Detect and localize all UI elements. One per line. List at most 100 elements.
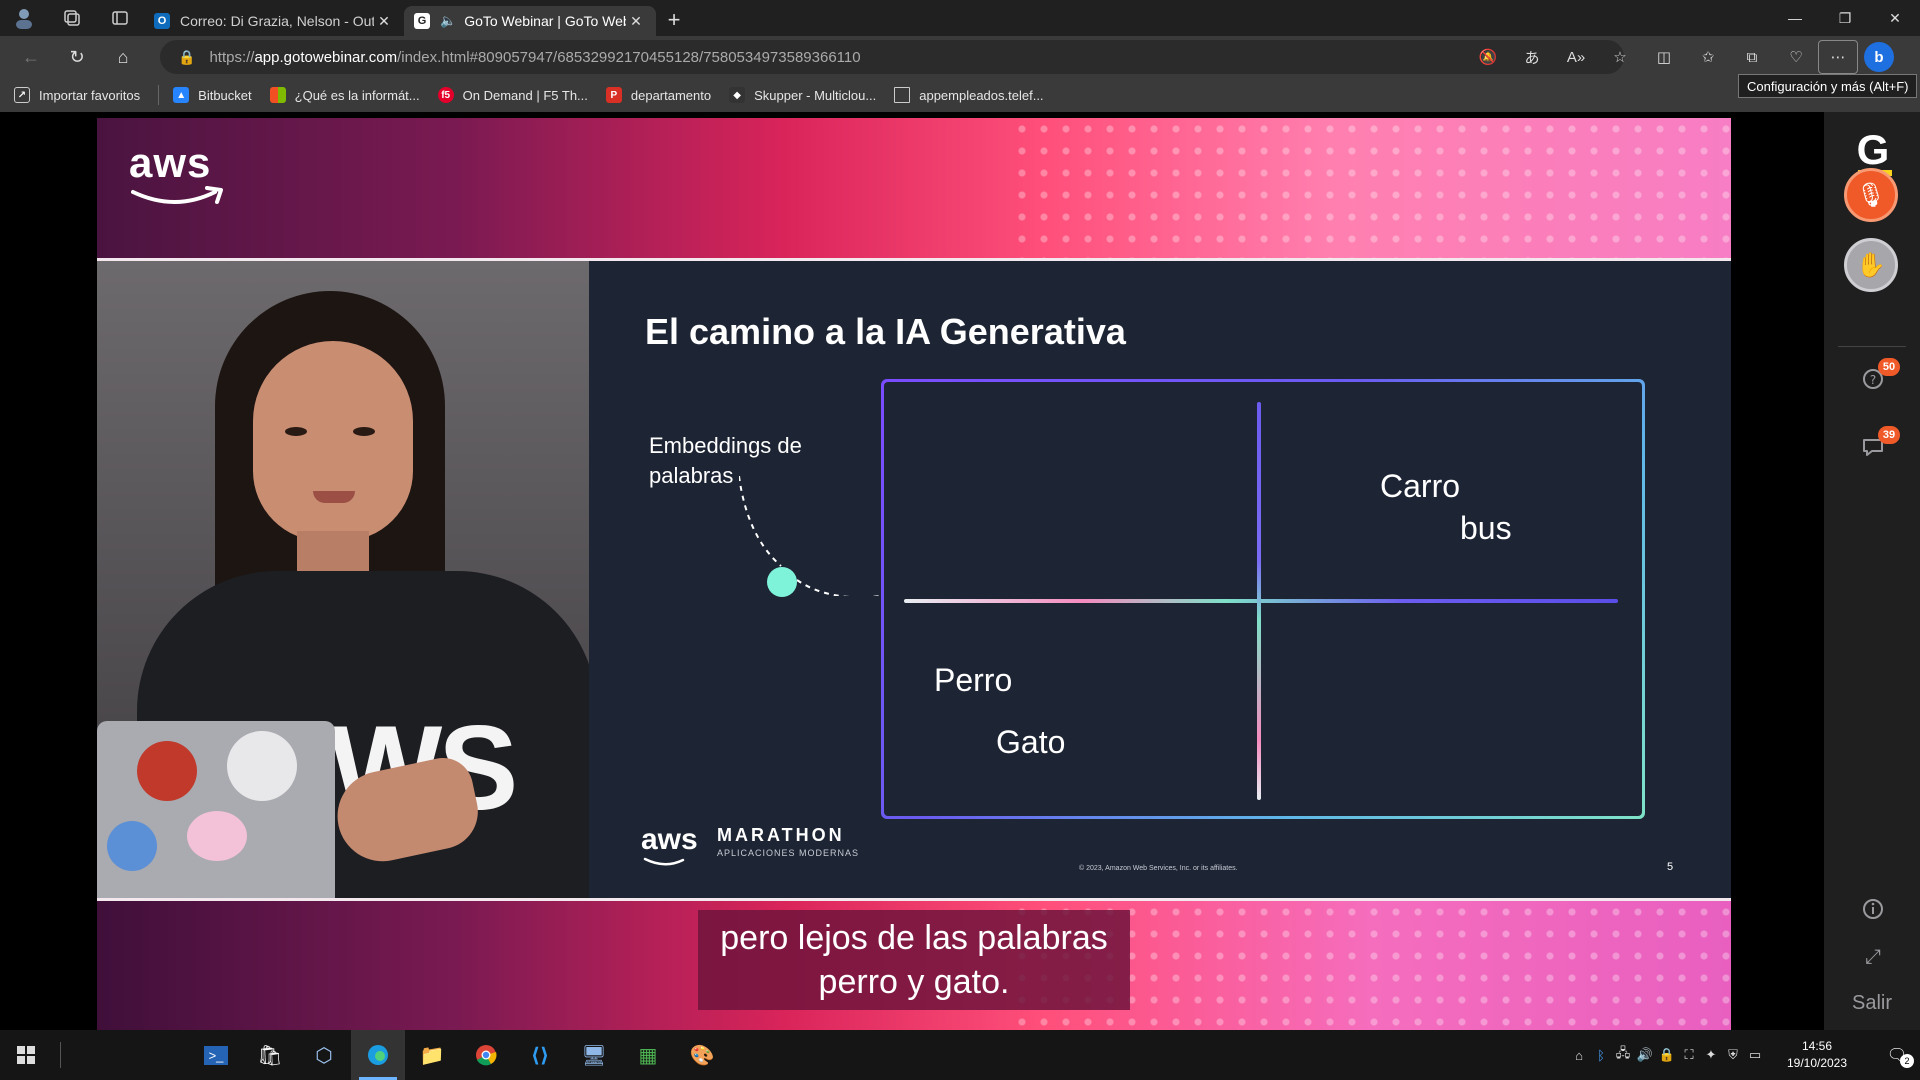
favorite-import[interactable]: ↗ Importar favoritos — [14, 87, 140, 103]
bluetooth-icon[interactable]: ᛒ — [1590, 1048, 1612, 1063]
pdf-icon: P — [605, 87, 622, 103]
eye — [353, 427, 375, 436]
laptop — [97, 721, 335, 898]
tab-actions-icon[interactable] — [96, 0, 144, 36]
import-icon: ↗ — [14, 87, 30, 103]
close-tab-icon[interactable]: ✕ — [626, 13, 646, 30]
raise-hand-icon[interactable]: ✋ — [1844, 238, 1898, 292]
spreadsheet-icon[interactable]: ▦ — [621, 1030, 675, 1080]
speaker-icon[interactable]: 🔈 — [440, 13, 456, 29]
aws-smile-icon — [131, 186, 223, 204]
back-icon[interactable]: ← — [8, 36, 54, 78]
more-options-icon[interactable]: ⋯ — [1818, 40, 1858, 74]
page-content: aws WS — [0, 112, 1920, 1030]
word-gato: Gato — [996, 724, 1066, 760]
app-tray-icon[interactable]: ✦ — [1700, 1047, 1722, 1063]
restore-icon[interactable]: ❐ — [1820, 0, 1870, 36]
dashed-connector — [739, 476, 881, 596]
store-icon[interactable]: 🛍 — [243, 1030, 297, 1080]
rocket-sticker — [227, 731, 297, 801]
vscode-icon[interactable]: ⟨⟩ — [513, 1030, 567, 1080]
embeddings-label-line: Embeddings de — [649, 433, 802, 458]
bitbucket-icon: ▲ — [173, 87, 190, 103]
fullscreen-icon[interactable]: ⤢ — [1860, 944, 1886, 970]
network-icon[interactable]: 🖧 — [1612, 1044, 1634, 1066]
divider — [60, 1042, 61, 1068]
screenshot-icon[interactable]: ⛶ — [1678, 1047, 1700, 1063]
windows-start-icon[interactable] — [0, 1030, 52, 1080]
tab-title: GoTo Webinar | GoTo Webinar — [464, 13, 626, 29]
tab-outlook[interactable]: O Correo: Di Grazia, Nelson - Outlook ✕ — [144, 6, 404, 36]
tab-goto-webinar[interactable]: G 🔈 GoTo Webinar | GoTo Webinar ✕ — [404, 6, 656, 36]
copyright: © 2023, Amazon Web Services, Inc. or its… — [1079, 865, 1238, 872]
refresh-icon[interactable]: ↻ — [54, 36, 100, 78]
volume-icon[interactable]: 🔊 — [1634, 1047, 1656, 1063]
favorites-bar: ↗ Importar favoritos ▲ Bitbucket ¿Qué es… — [0, 78, 1920, 112]
exit-button[interactable]: Salir — [1824, 992, 1920, 1015]
bing-copilot-icon[interactable]: b — [1864, 42, 1894, 72]
favorites-icon[interactable]: ✩ — [1686, 40, 1730, 74]
clock[interactable]: 14:56 19/10/2023 — [1774, 1038, 1860, 1072]
lock-icon[interactable]: 🔒 — [178, 49, 195, 66]
sticker — [137, 741, 197, 801]
usb-icon[interactable]: ⌂ — [1568, 1048, 1590, 1063]
title-bar: O Correo: Di Grazia, Nelson - Outlook ✕ … — [0, 0, 1920, 36]
questions-badge: 50 — [1878, 358, 1900, 376]
new-tab-button[interactable]: + — [656, 5, 692, 35]
vector-space-frame: Carro bus Perro Gato — [881, 379, 1645, 819]
favorite-label: departamento — [630, 87, 712, 103]
battery-icon[interactable]: ▭ — [1744, 1047, 1766, 1063]
y-axis — [1257, 402, 1261, 800]
split-screen-icon[interactable]: ◫ — [1642, 40, 1686, 74]
favorite-departamento[interactable]: P departamento — [605, 87, 712, 103]
remote-desktop-icon[interactable]: 🖥 — [567, 1030, 621, 1080]
chat-badge: 39 — [1878, 426, 1900, 444]
microphone-muted-icon[interactable]: 🎙 — [1844, 168, 1898, 222]
event-name: MARATHON — [717, 825, 845, 845]
address-bar: ← ↻ ⌂ 🔒 https://app.gotowebinar.com/inde… — [0, 36, 1920, 78]
webinar-video[interactable]: aws WS — [97, 118, 1731, 1030]
favorite-bitbucket[interactable]: ▲ Bitbucket — [173, 87, 252, 103]
powershell-icon[interactable]: >_ — [189, 1030, 243, 1080]
url-path: /index.html#809057947/68532992170455128/… — [397, 48, 861, 66]
home-icon[interactable]: ⌂ — [100, 36, 146, 78]
translate-icon[interactable]: あ — [1510, 40, 1554, 74]
taskbar: >_ 🛍 ⬡ 📁 ⟨⟩ 🖥 ▦ 🎨 ⌂ ᛒ 🖧 🔊 🔒 ⛶ ✦ ⛨ ▭ 14:5… — [0, 1030, 1920, 1080]
chrome-icon[interactable] — [459, 1030, 513, 1080]
url-input[interactable]: 🔒 https://app.gotowebinar.com/index.html… — [160, 40, 1624, 74]
favorite-star-icon[interactable]: ☆ — [1598, 40, 1642, 74]
favorite-label: Bitbucket — [198, 87, 252, 103]
word-carro: Carro — [1380, 468, 1461, 504]
minimize-icon[interactable]: — — [1770, 0, 1820, 36]
close-tab-icon[interactable]: ✕ — [374, 13, 394, 30]
marathon-logo: MARATHON APLICACIONES MODERNAS — [717, 825, 859, 858]
favorite-label: ¿Qué es la informát... — [294, 87, 420, 103]
slide-page-number: 5 — [1667, 861, 1674, 873]
edge-icon[interactable] — [351, 1030, 405, 1080]
virtualbox-icon[interactable]: ⬡ — [297, 1030, 351, 1080]
divider — [1838, 346, 1906, 347]
collections-icon[interactable]: ⧉ — [1730, 40, 1774, 74]
windows-icon — [269, 87, 286, 103]
favorite-f5[interactable]: f5 On Demand | F5 Th... — [437, 87, 588, 103]
workspaces-icon[interactable] — [48, 0, 96, 36]
notification-count: 2 — [1900, 1054, 1914, 1068]
profile-avatar-icon[interactable] — [0, 0, 48, 36]
favorite-skupper[interactable]: ◆ Skupper - Multiclou... — [729, 87, 876, 103]
close-window-icon[interactable]: ✕ — [1870, 0, 1920, 36]
notification-center-icon[interactable]: 🗨 2 — [1882, 1040, 1914, 1070]
favorite-label: On Demand | F5 Th... — [462, 87, 588, 103]
caption-line: perro y gato. — [818, 963, 1010, 1001]
info-icon[interactable] — [1860, 896, 1886, 922]
notifications-off-icon[interactable]: 🔕 — [1466, 40, 1510, 74]
file-explorer-icon[interactable]: 📁 — [405, 1030, 459, 1080]
read-aloud-icon[interactable]: A» — [1554, 40, 1598, 74]
word-perro: Perro — [934, 662, 1013, 698]
security-icon[interactable]: ⛨ — [1722, 1047, 1744, 1063]
paint-icon[interactable]: 🎨 — [675, 1030, 729, 1080]
favorite-informatica[interactable]: ¿Qué es la informát... — [269, 87, 420, 103]
favorite-appempleados[interactable]: appempleados.telef... — [894, 87, 1044, 103]
vpn-lock-icon[interactable]: 🔒 — [1656, 1047, 1678, 1063]
slide-aws-logo: aws — [641, 823, 698, 856]
browser-essentials-icon[interactable]: ♡ — [1774, 40, 1818, 74]
